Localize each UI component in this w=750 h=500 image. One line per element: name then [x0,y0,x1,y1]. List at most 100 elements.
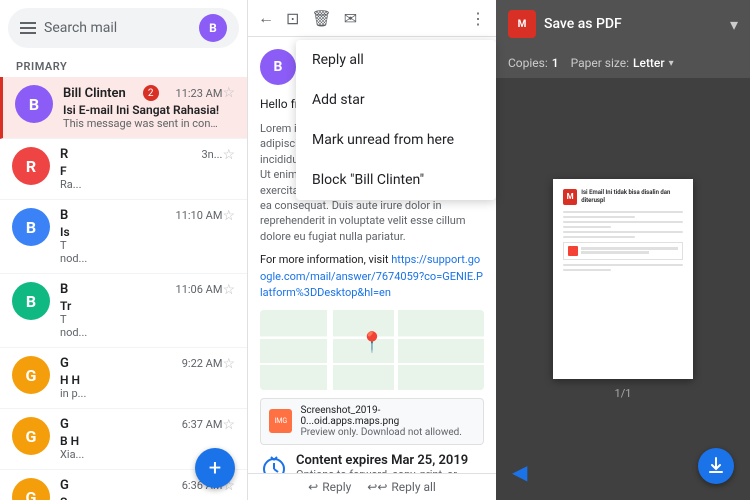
context-menu-mark-unread[interactable]: Mark unread from here [296,120,496,160]
compose-fab[interactable]: + [195,448,235,488]
unread-badge: 2 [143,85,159,101]
email-subject: Isi E-mail Ini Sangat Rahasia! [63,103,222,117]
copies-value[interactable]: 1 [552,56,559,70]
email-link[interactable]: https://support.google.com/mail/answer/7… [260,253,483,299]
reply-all-label: Reply all [391,480,435,494]
list-item[interactable]: B Bill Clinten 2 11:23 AM Isi E-mail Ini… [0,77,247,139]
list-item[interactable]: B B 11:10 AM Is T nod... ☆ [0,200,247,274]
search-bar[interactable]: Search mail B [8,8,239,48]
account-avatar[interactable]: B [199,14,227,42]
reply-label: Reply [322,480,351,494]
pdf-preview-header: M Isi Email Ini tidak bisa disalin dan d… [563,189,683,205]
sender-avatar: B [260,49,296,85]
email-subject: Is [60,225,222,239]
preview-line [563,216,635,218]
email-subject: B H [60,434,222,448]
star-icon[interactable]: ☆ [222,417,235,433]
pdf-header: M Save as PDF ▾ [496,0,750,48]
email-preview-2: nod... [60,326,222,339]
preview-attachment [563,242,683,260]
hamburger-menu[interactable] [20,22,36,34]
email-time: 11:23 AM [176,87,223,100]
avatar: G [12,417,50,455]
attachment-file-icon: IMG [269,409,292,433]
email-subject: H H [60,373,222,387]
attachment-row[interactable]: IMG Screenshot_2019-0...oid.apps.maps.pn… [260,398,484,445]
email-content: G 9:22 AM H H in p... [60,356,222,400]
star-icon[interactable]: ☆ [222,208,235,224]
context-menu-add-star[interactable]: Add star [296,80,496,120]
email-time: 9:22 AM [182,357,223,370]
count: 3n... [201,148,222,161]
email-preview: T [60,313,222,326]
copies-setting: Copies: 1 [508,56,559,70]
sender-name: G [60,478,69,493]
email-content: B 11:06 AM Tr T nod... [60,282,222,339]
email-content: G 6:37 AM B H Xia... [60,417,222,461]
pdf-preview-title: Isi Email Ini tidak bisa disalin dan dit… [581,189,683,203]
star-icon[interactable]: ☆ [222,85,235,101]
email-content: Bill Clinten 2 11:23 AM Isi E-mail Ini S… [63,85,222,130]
avatar: B [12,208,50,246]
email-content: B 11:10 AM Is T nod... [60,208,222,265]
email-preview: This message was sent in confidential mo… [63,117,222,130]
email-subject: Tr [60,299,222,313]
star-icon[interactable]: ☆ [222,356,235,372]
paper-label: Paper size: [571,56,629,70]
reply-button[interactable]: ↩ Reply [308,480,351,494]
prev-page-icon[interactable]: ◀ [512,460,527,484]
expiry-section: Content expires Mar 25, 2019 Options to … [260,453,484,473]
more-info-text: For more information, visit https://supp… [260,252,484,302]
back-icon[interactable]: ← [258,8,274,28]
paper-chevron-icon[interactable]: ▾ [669,58,674,69]
dropdown-arrow-icon[interactable]: ▾ [730,15,738,34]
download-fab[interactable] [698,448,734,484]
star-icon[interactable]: ☆ [222,282,235,298]
search-input[interactable]: Search mail [44,20,191,36]
reply-icon: ↩ [308,480,318,494]
delete-icon[interactable]: 🗑 [311,9,331,28]
email-list-panel: Search mail B PRIMARY B Bill Clinten 2 1… [0,0,248,500]
email-preview: T [60,239,222,252]
avatar: B [15,85,53,123]
context-menu-block[interactable]: Block "Bill Clinten" [296,160,496,200]
preview-attach-icon [568,246,578,256]
email-toolbar: ← ⊡ 🗑 ✉ ⋮ [248,0,496,37]
avatar: G [12,356,50,394]
attachment-name: Screenshot_2019-0...oid.apps.maps.png [300,405,475,427]
mail-icon[interactable]: ✉ [344,9,357,28]
context-menu-reply-all[interactable]: Reply all [296,40,496,80]
paper-size-setting: Paper size: Letter ▾ [571,56,674,70]
pdf-page-preview: M Isi Email Ini tidak bisa disalin dan d… [553,179,693,379]
list-item[interactable]: R R 3n... F Ra... ☆ [0,139,247,200]
email-content: R 3n... F Ra... [60,147,222,191]
sender-name: B [60,282,68,297]
reply-all-button[interactable]: ↩↩ Reply all [367,480,436,494]
attachment-sub: Preview only. Download not allowed. [300,427,475,438]
email-preview: in p... [60,387,222,400]
preview-line [563,236,635,238]
preview-line [563,264,683,266]
expiry-title: Content expires Mar 25, 2019 [296,453,484,468]
email-time: 11:10 AM [176,209,223,222]
list-item[interactable]: G G 9:22 AM H H in p... ☆ [0,348,247,409]
email-subject: F [60,164,222,178]
reply-bar: ↩ Reply ↩↩ Reply all [248,473,496,500]
avatar: G [12,478,50,500]
sender-name: G [60,356,69,371]
save-as-pdf-panel: M Save as PDF ▾ Copies: 1 Paper size: Le… [496,0,750,500]
list-item[interactable]: B B 11:06 AM Tr T nod... ☆ [0,274,247,348]
star-icon[interactable]: ☆ [222,147,235,163]
copies-label: Copies: [508,56,548,70]
avatar: B [12,282,50,320]
email-time: 11:06 AM [176,283,223,296]
map-preview: 📍 [260,310,484,390]
more-icon[interactable]: ⋮ [470,9,486,28]
archive-icon[interactable]: ⊡ [286,9,299,28]
email-detail-panel: ← ⊡ 🗑 ✉ ⋮ B Bill Clinten 11:23 AM to me … [248,0,496,500]
sender-name: G [60,417,69,432]
email-list: B Bill Clinten 2 11:23 AM Isi E-mail Ini… [0,77,247,500]
paper-value[interactable]: Letter [633,56,665,70]
map-pin-icon: 📍 [360,330,385,354]
preview-line [563,231,683,233]
